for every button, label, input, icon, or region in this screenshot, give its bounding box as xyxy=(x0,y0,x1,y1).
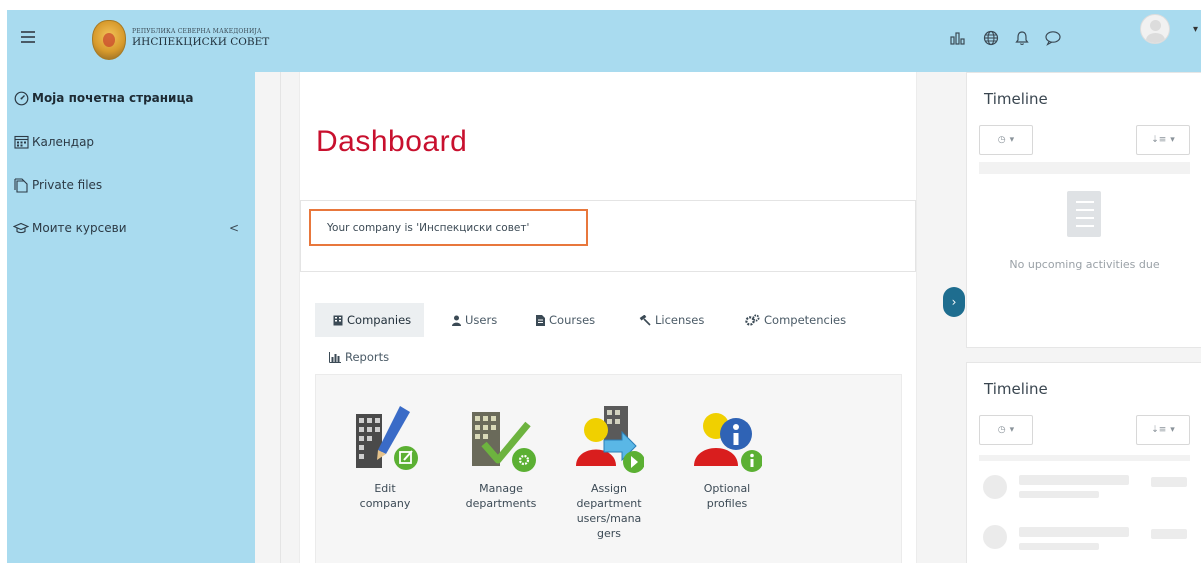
coat-of-arms-logo[interactable] xyxy=(92,20,126,60)
action-caption: Edit company xyxy=(360,481,411,511)
timeline-filter-dropdown[interactable]: ◷ ▾ xyxy=(979,125,1033,155)
sidebar-item-label: Календар xyxy=(32,135,95,149)
caption-line: Edit xyxy=(374,482,396,495)
logo-subtitle: РЕПУБЛИКА СЕВЕРНА МАКЕДОНИЈА xyxy=(132,28,262,35)
assign-department-users-action[interactable]: Assign department users/mana gers xyxy=(563,404,655,541)
chevron-down-icon: ▾ xyxy=(1009,135,1015,145)
page-title: Dashboard xyxy=(316,125,468,158)
page-margin xyxy=(0,0,7,563)
dashboard-icon xyxy=(13,91,29,105)
caption-line: departments xyxy=(465,497,537,510)
tab-competencies[interactable]: Competencies xyxy=(745,303,846,337)
timeline-filter-dropdown[interactable]: ◷ ▾ xyxy=(979,415,1033,445)
caption-line: Manage xyxy=(479,482,523,495)
sidebar-item-calendar[interactable]: Календар xyxy=(13,135,94,149)
action-caption: Manage departments xyxy=(466,481,537,511)
files-icon xyxy=(13,177,29,193)
caption-line: profiles xyxy=(706,497,748,510)
sort-icon: ⇣≡ xyxy=(1151,135,1167,145)
logo-title[interactable]: ИНСПЕКЦИСКИ СОВЕТ xyxy=(132,36,269,48)
file-icon xyxy=(536,314,545,326)
tab-label: Licenses xyxy=(655,313,705,327)
tab-reports[interactable]: Reports xyxy=(329,340,389,374)
drawer-toggle-chevron-icon[interactable]: › xyxy=(943,287,965,317)
loading-placeholder xyxy=(983,525,1007,549)
loading-placeholder xyxy=(1019,491,1099,498)
sidebar-item-label: Private files xyxy=(32,178,103,192)
tab-users[interactable]: Users xyxy=(452,303,497,337)
edit-company-action[interactable]: Edit company xyxy=(345,404,425,511)
optional-profiles-icon xyxy=(692,404,763,474)
empty-state-text: No upcoming activities due xyxy=(1009,258,1160,271)
tab-licenses[interactable]: Licenses xyxy=(639,303,704,337)
chevron-down-icon: ▾ xyxy=(1170,135,1175,145)
timeline-block-2: Timeline ◷ ▾ ⇣≡ ▾ xyxy=(966,362,1201,563)
cogs-icon xyxy=(745,314,760,326)
loading-placeholder xyxy=(1019,543,1099,550)
user-avatar[interactable] xyxy=(1140,14,1170,44)
sidebar-item-label: Моја почетна страница xyxy=(32,91,194,105)
sidebar-item-dashboard[interactable]: Моја почетна страница xyxy=(13,91,193,105)
chevron-left-icon[interactable]: < xyxy=(229,221,239,235)
timeline-sort-dropdown[interactable]: ⇣≡ ▾ xyxy=(1136,415,1190,445)
manage-departments-icon xyxy=(466,404,536,474)
divider xyxy=(979,162,1190,174)
tab-label: Companies xyxy=(347,313,412,327)
divider xyxy=(280,72,281,563)
sidebar-item-label: Моите курсеви xyxy=(32,221,127,235)
reports-icon[interactable] xyxy=(947,27,969,49)
optional-profiles-action[interactable]: Optional profiles xyxy=(687,404,767,511)
loading-placeholder xyxy=(1151,529,1187,539)
loading-placeholder xyxy=(1019,527,1129,537)
top-navbar: РЕПУБЛИКА СЕВЕРНА МАКЕДОНИЈА ИНСПЕКЦИСКИ… xyxy=(7,10,1201,72)
sort-icon: ⇣≡ xyxy=(1151,425,1167,435)
tab-companies[interactable]: Companies xyxy=(315,303,425,337)
user-icon xyxy=(452,315,461,326)
loading-placeholder xyxy=(983,475,1007,499)
bar-chart-icon xyxy=(329,351,341,363)
edit-company-icon xyxy=(350,404,420,474)
caption-line: department xyxy=(576,497,642,510)
language-icon[interactable] xyxy=(980,27,1002,49)
sidebar-item-private-files[interactable]: Private files xyxy=(13,177,103,193)
block-title: Timeline xyxy=(984,90,1048,108)
loading-placeholder xyxy=(1019,475,1129,485)
caption-line: gers xyxy=(596,527,621,540)
notifications-icon[interactable] xyxy=(1011,27,1033,49)
assign-users-icon xyxy=(574,404,645,474)
chevron-down-icon: ▾ xyxy=(1009,425,1015,435)
action-caption: Assign department users/mana gers xyxy=(576,481,641,541)
messages-icon[interactable] xyxy=(1042,27,1064,49)
caption-line: users/mana xyxy=(576,512,642,525)
tab-courses[interactable]: Courses xyxy=(536,303,595,337)
caption-line: company xyxy=(359,497,411,510)
menu-icon[interactable] xyxy=(21,31,35,43)
tab-label: Reports xyxy=(345,350,390,364)
empty-list-icon xyxy=(1067,191,1101,237)
gavel-icon xyxy=(639,314,651,326)
calendar-icon xyxy=(13,135,29,149)
caption-line: Optional xyxy=(703,482,751,495)
chevron-down-icon: ▾ xyxy=(1170,425,1175,435)
company-notice: Your company is 'Инспекциски совет' xyxy=(309,209,588,246)
loading-placeholder xyxy=(1151,477,1187,487)
building-icon xyxy=(333,315,343,326)
clock-icon: ◷ xyxy=(997,425,1006,435)
tab-label: Courses xyxy=(549,313,596,327)
caption-line: Assign xyxy=(590,482,627,495)
clock-icon: ◷ xyxy=(997,135,1006,145)
user-menu-chevron-icon[interactable]: ▾ xyxy=(1193,24,1198,35)
sidebar-item-my-courses[interactable]: Моите курсеви xyxy=(13,221,127,235)
tab-label: Competencies xyxy=(764,313,847,327)
block-title: Timeline xyxy=(984,380,1048,398)
courses-icon xyxy=(13,221,29,235)
nav-drawer: Моја почетна страница Календар Private f… xyxy=(7,72,255,563)
timeline-block: Timeline ◷ ▾ ⇣≡ ▾ No upcoming activities d… xyxy=(966,72,1201,348)
action-caption: Optional profiles xyxy=(704,481,751,511)
tab-label: Users xyxy=(465,313,498,327)
loading-placeholder xyxy=(979,455,1190,461)
manage-departments-action[interactable]: Manage departments xyxy=(459,404,543,511)
timeline-sort-dropdown[interactable]: ⇣≡ ▾ xyxy=(1136,125,1190,155)
